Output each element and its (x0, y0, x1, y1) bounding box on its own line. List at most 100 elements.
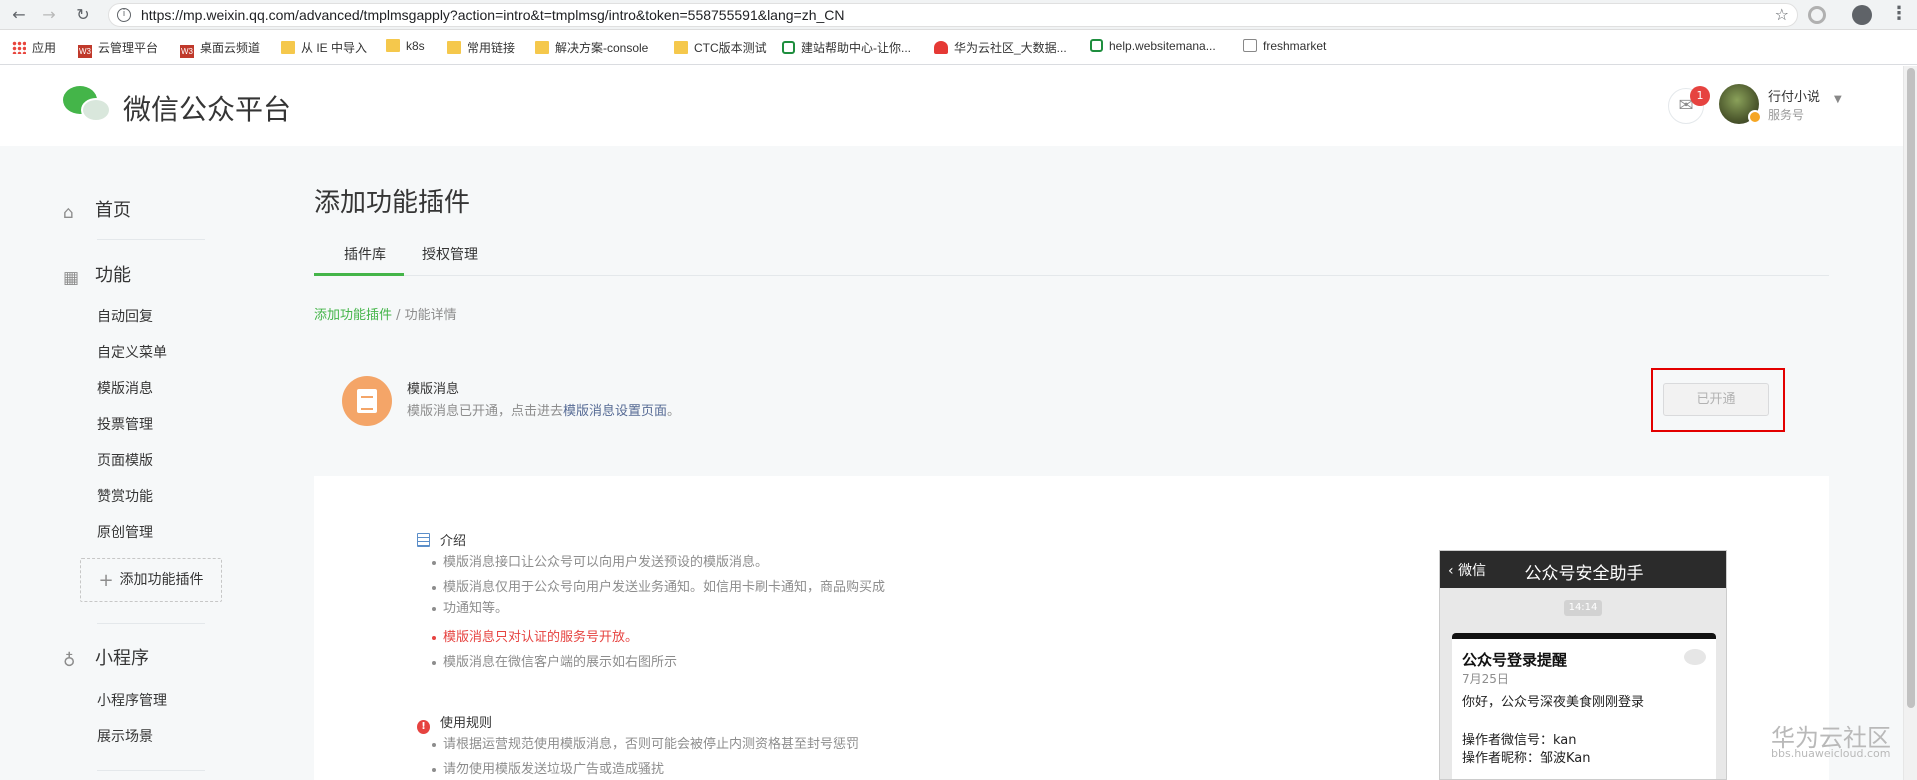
sidebar-item-custom-menu[interactable]: 自定义菜单 (97, 342, 167, 362)
activated-button[interactable]: 已开通 (1663, 383, 1769, 416)
rules-heading: ! 使用规则 (417, 712, 492, 734)
warning-icon: ! (417, 720, 430, 734)
folder-icon (447, 41, 461, 54)
list-item: 模版消息仅用于公众号向用户发送业务通知。如信用卡刷卡通知，商品购买成 (431, 577, 885, 598)
profile-icon[interactable] (1852, 5, 1872, 25)
info-icon[interactable]: i (117, 8, 131, 22)
plugin-name: 模版消息 (407, 382, 460, 397)
address-bar[interactable]: i https://mp.weixin.qq.com/advanced/tmpl… (108, 3, 1798, 27)
bookmark-item[interactable]: W3 云管理平台 (78, 39, 158, 58)
phone-preview: ‹ 微信 公众号安全助手 14:14 公众号登录提醒 7月25日 你好，公众号深… (1439, 550, 1727, 780)
folder-icon (674, 41, 688, 54)
bookmark-item[interactable]: W3 桌面云频道 (180, 39, 260, 58)
breadcrumb-current: 功能详情 (404, 308, 457, 323)
bookmark-item[interactable]: freshmarket (1243, 39, 1326, 53)
site-logo-text[interactable]: 微信公众平台 (123, 88, 291, 128)
breadcrumb-link[interactable]: 添加功能插件 (314, 308, 392, 323)
bookmark-item[interactable]: 从 IE 中导入 (281, 39, 367, 56)
page-title: 添加功能插件 (314, 188, 471, 218)
shield-icon (1243, 39, 1257, 52)
sidebar-item-page-template[interactable]: 页面模版 (97, 450, 153, 470)
tab-auth-management[interactable]: 授权管理 (422, 244, 478, 264)
site-icon (782, 41, 795, 54)
msg-field: 操作者微信号：kan (1462, 733, 1577, 748)
phone-time: 14:14 (1564, 600, 1602, 616)
chevron-down-icon[interactable]: ▼ (1834, 94, 1842, 105)
list-item: 模版消息在微信客户端的展示如右图所示 (431, 652, 677, 673)
apps-icon (12, 41, 26, 54)
sidebar-item-template-msg[interactable]: 模版消息 (97, 378, 153, 398)
scrollbar[interactable] (1903, 66, 1917, 780)
browser-toolbar: ← → ↻ i https://mp.weixin.qq.com/advance… (0, 0, 1917, 30)
bookmark-item[interactable]: k8s (386, 39, 425, 53)
sidebar-item-miniprogram-manage[interactable]: 小程序管理 (97, 690, 167, 710)
grid-icon: ▦ (63, 268, 80, 288)
list-item: 请根据运营规范使用模版消息，否则可能会被停止内测资格甚至封号惩罚 (431, 734, 859, 755)
site-icon (1090, 39, 1103, 52)
mail-badge: 1 (1690, 86, 1710, 106)
template-message-card: 公众号登录提醒 7月25日 你好，公众号深夜美食刚刚登录 操作者微信号：kan … (1452, 633, 1716, 779)
divider (97, 770, 205, 771)
tabs-divider (314, 275, 1829, 276)
sidebar-item-vote[interactable]: 投票管理 (97, 414, 153, 434)
bookmark-item[interactable]: 华为云社区_大数据... (934, 39, 1067, 56)
divider (97, 239, 205, 240)
list-icon (417, 533, 430, 547)
sidebar-item-original[interactable]: 原创管理 (97, 522, 153, 542)
plugin-desc: 模版消息已开通，点击进去模版消息设置页面。 (407, 404, 681, 419)
folder-icon (281, 41, 295, 54)
reload-icon[interactable]: ↻ (72, 4, 94, 26)
sidebar-item-auto-reply[interactable]: 自动回复 (97, 306, 153, 326)
msg-date: 7月25日 (1462, 672, 1509, 686)
watermark-url: bbs.huaweicloud.com (1771, 747, 1891, 760)
divider (97, 623, 205, 624)
sidebar-item-display-scene[interactable]: 展示场景 (97, 726, 153, 746)
plus-icon: + (98, 570, 114, 591)
back-icon[interactable]: ← (8, 4, 30, 26)
msg-title: 公众号登录提醒 (1462, 651, 1568, 669)
extension-icon[interactable] (1808, 6, 1826, 24)
verified-icon (1748, 110, 1762, 124)
list-item: 模版消息接口让公众号可以向用户发送预设的模版消息。 (431, 552, 768, 573)
sidebar-section-functions[interactable]: ▦ 功能 (63, 261, 131, 287)
document-icon (342, 376, 392, 426)
w3-icon: W3 (78, 45, 92, 58)
home-icon: ⌂ (63, 203, 74, 223)
tab-plugin-library[interactable]: 插件库 (344, 244, 386, 264)
sidebar-section-miniprogram[interactable]: ♁ 小程序 (63, 644, 149, 670)
bookmark-item[interactable]: 常用链接 (447, 39, 515, 56)
msg-body: 你好，公众号深夜美食刚刚登录 (1462, 695, 1645, 710)
msg-field: 操作者昵称：邹波Kan (1462, 751, 1591, 766)
account-type: 服务号 (1768, 108, 1805, 122)
breadcrumb: 添加功能插件 / 功能详情 (314, 308, 457, 323)
bookmark-item[interactable]: CTC版本测试 (674, 39, 767, 56)
bookmark-star-icon[interactable]: ☆ (1775, 5, 1789, 24)
url-text[interactable]: https://mp.weixin.qq.com/advanced/tmplms… (141, 7, 845, 23)
add-plugin-button[interactable]: + 添加功能插件 (80, 558, 222, 602)
bookmark-item[interactable]: 建站帮助中心-让你... (782, 39, 911, 56)
account-name[interactable]: 行付小说 (1768, 86, 1820, 105)
bookmark-item[interactable]: help.websitemana... (1090, 39, 1216, 53)
folder-icon (386, 39, 400, 52)
link-icon: ♁ (63, 651, 76, 671)
scrollbar-thumb[interactable] (1907, 68, 1915, 708)
menu-icon[interactable]: ⋮ (1890, 4, 1908, 24)
intro-heading: 介绍 (417, 530, 466, 549)
phone-navbar: ‹ 微信 公众号安全助手 (1440, 551, 1726, 588)
list-item: 模版消息只对认证的服务号开放。 (431, 627, 638, 648)
sidebar-item-home[interactable]: ⌂ 首页 (63, 196, 131, 222)
sidebar-item-reward[interactable]: 赞赏功能 (97, 486, 153, 506)
phone-title: 公众号安全助手 (1524, 564, 1644, 584)
forward-icon[interactable]: → (38, 4, 60, 26)
wechat-logo-icon[interactable] (63, 86, 113, 126)
w3-icon: W3 (180, 45, 194, 58)
huawei-icon (934, 41, 948, 54)
template-settings-link[interactable]: 模版消息设置页面 (563, 404, 667, 419)
wechat-icon (1684, 649, 1706, 665)
bookmark-item[interactable]: 应用 (12, 39, 56, 56)
tab-active-indicator (314, 273, 404, 276)
bookmark-item[interactable]: 解决方案-console (535, 39, 648, 56)
list-item-continued: 功通知等。 (431, 598, 508, 619)
bookmarks-bar: 应用 W3 云管理平台 W3 桌面云频道 从 IE 中导入 k8s 常用链接 解决方… (0, 31, 1917, 65)
folder-icon (535, 41, 549, 54)
